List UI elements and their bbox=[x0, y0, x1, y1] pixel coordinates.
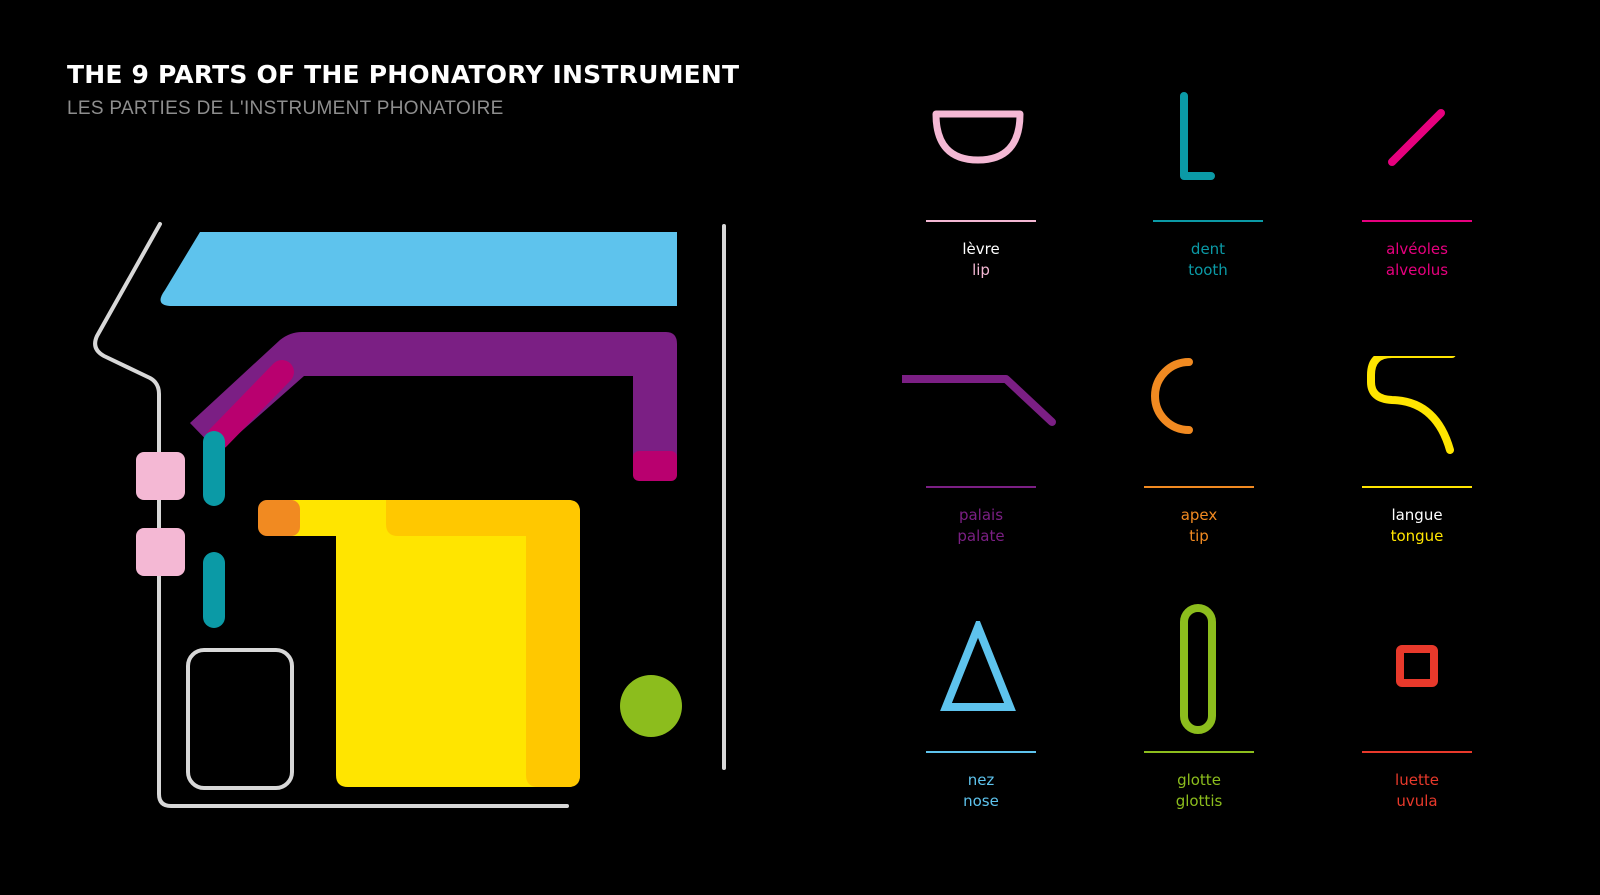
legend-item-tip: apex tip bbox=[1144, 356, 1384, 616]
legend-label-fr: apex bbox=[1180, 506, 1218, 524]
legend-label-en: uvula bbox=[1396, 792, 1438, 810]
uvula-shape bbox=[633, 451, 677, 481]
legend-label-en: tongue bbox=[1390, 527, 1444, 545]
legend-label-en: nose bbox=[963, 792, 999, 810]
legend-label-en: palate bbox=[957, 527, 1005, 545]
legend-label-fr: lèvre bbox=[962, 240, 1000, 258]
legend-label-fr: palais bbox=[958, 506, 1004, 524]
phonatory-diagram bbox=[93, 222, 726, 808]
l-shape-icon bbox=[1153, 92, 1263, 222]
legend-label-en: alveolus bbox=[1385, 261, 1449, 279]
legend-label-en: tip bbox=[1189, 527, 1209, 545]
legend-item-tongue: langue tongue bbox=[1362, 356, 1600, 616]
upper-lip-shape bbox=[136, 452, 185, 500]
legend-label-fr: dent bbox=[1190, 240, 1226, 258]
legend-item-tooth: dent tooth bbox=[1153, 90, 1393, 350]
legend-label-fr: luette bbox=[1395, 771, 1439, 789]
legend-label-fr: alvéoles bbox=[1386, 240, 1448, 258]
legend-item-uvula: luette uvula bbox=[1362, 621, 1600, 881]
legend-label-fr: langue bbox=[1391, 506, 1443, 524]
legend-item-alveolus: alvéoles alveolus bbox=[1362, 90, 1600, 350]
lower-lip-shape bbox=[136, 528, 185, 576]
legend-label-en: lip bbox=[972, 261, 990, 279]
triangle-icon bbox=[926, 621, 1036, 753]
legend-item-palate: palais palate bbox=[902, 356, 1142, 616]
half-disc-icon bbox=[926, 110, 1036, 222]
arc-icon bbox=[1144, 358, 1254, 488]
legend-item-nose: nez nose bbox=[926, 621, 1166, 881]
tip-shape bbox=[258, 500, 300, 536]
bent-line-icon bbox=[902, 375, 1056, 488]
legend-label-fr: nez bbox=[967, 771, 995, 789]
nose-shape bbox=[160, 232, 677, 306]
legend-item-lip: lèvre lip bbox=[926, 90, 1166, 350]
slash-icon bbox=[1362, 109, 1472, 222]
legend-label-en: glottis bbox=[1175, 792, 1223, 810]
square-icon bbox=[1362, 645, 1472, 753]
legend-item-glottis: glotte glottis bbox=[1144, 598, 1384, 858]
legend-label-en: tooth bbox=[1188, 261, 1228, 279]
s-curve-icon bbox=[1362, 356, 1472, 488]
glottis-shape bbox=[620, 675, 682, 737]
legend-label-fr: glotte bbox=[1177, 771, 1221, 789]
mouth-outline bbox=[186, 648, 294, 790]
